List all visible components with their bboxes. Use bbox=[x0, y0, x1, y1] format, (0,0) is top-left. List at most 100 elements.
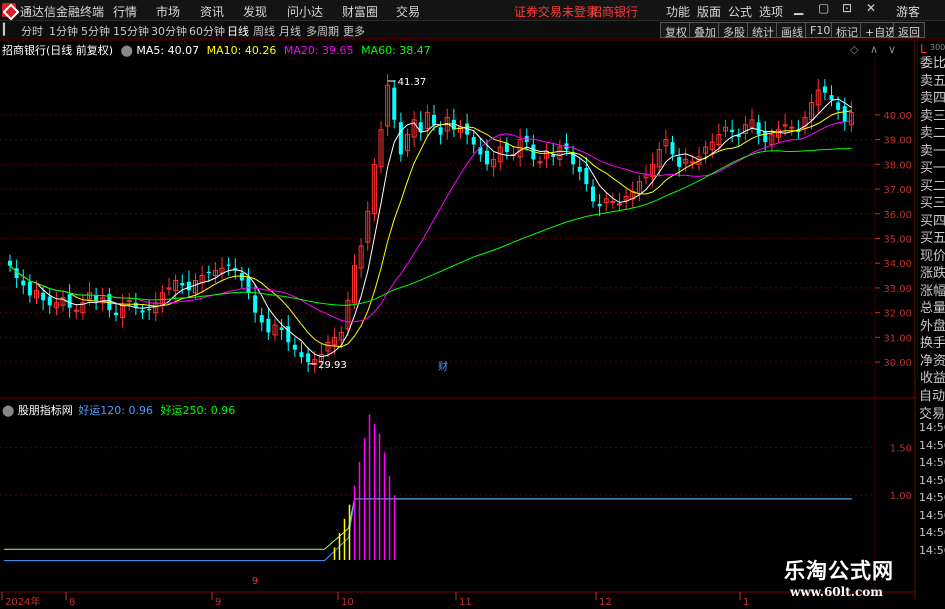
settings-icon[interactable]: ⬤ bbox=[121, 44, 133, 57]
quote-item[interactable]: 买五 bbox=[920, 227, 945, 246]
candle-body bbox=[67, 294, 72, 308]
candle-body bbox=[763, 130, 768, 143]
low-label: 29.93 bbox=[318, 360, 347, 371]
sub-panel-item: 14:56 bbox=[919, 438, 945, 452]
candle-body bbox=[537, 161, 543, 164]
candle-body bbox=[789, 126, 795, 129]
finance-marker: 财 bbox=[438, 360, 448, 373]
quote-item[interactable]: 委比 bbox=[920, 52, 945, 71]
quote-item[interactable]: 卖五 bbox=[920, 70, 945, 89]
candle-body bbox=[114, 312, 118, 316]
quote-item[interactable]: 卖一 bbox=[920, 140, 945, 159]
candle-body bbox=[147, 308, 152, 311]
quote-item[interactable]: 买一 bbox=[920, 157, 945, 176]
y-tick-label: 35.00 bbox=[883, 234, 912, 245]
candle-body bbox=[471, 137, 476, 145]
quote-item[interactable]: 换手 bbox=[920, 332, 945, 351]
x-tick-label: 12 bbox=[599, 597, 612, 608]
kline-chart[interactable]: 30.00 31.00 32.00 33.00 34.00 35.00 36.00 37.00… bbox=[0, 0, 945, 609]
candle-body bbox=[94, 295, 99, 301]
y-tick-label: 39.00 bbox=[883, 136, 912, 147]
stock-title: 招商银行(日线 前复权) bbox=[2, 44, 114, 57]
x-tick-label: 2024年 bbox=[5, 595, 40, 608]
sub-panel-item: 14:56 bbox=[919, 456, 945, 469]
watermark: 乐淘公式网 www.60lt.com bbox=[784, 555, 894, 599]
quote-item[interactable]: 净资 bbox=[920, 350, 945, 369]
indicator-name: 股朋指标网 bbox=[17, 404, 73, 417]
candle-body bbox=[292, 344, 297, 350]
high-label: 41.37 bbox=[398, 77, 427, 88]
y-tick-label: 38.00 bbox=[883, 160, 912, 171]
candle-body bbox=[279, 327, 284, 330]
quote-item[interactable]: 外盘 bbox=[920, 315, 945, 334]
candle-body bbox=[392, 87, 397, 120]
chevron-down-icon[interactable]: ∨ bbox=[888, 43, 896, 56]
candle-body bbox=[47, 296, 52, 306]
sub-y-tick-label: 1.00 bbox=[890, 491, 912, 502]
indicator-settings-icon[interactable]: ⬤ bbox=[2, 404, 14, 417]
candle-body bbox=[836, 102, 841, 110]
candle-body bbox=[246, 276, 251, 293]
ma5-line bbox=[9, 98, 852, 358]
candle-body bbox=[584, 168, 589, 185]
candle-body bbox=[306, 353, 311, 363]
quote-item[interactable]: 总量 bbox=[920, 297, 945, 316]
sub-panel-item: 14:56 bbox=[919, 508, 945, 522]
quote-item[interactable]: 涨幅 bbox=[920, 280, 945, 299]
y-tick-label: 32.00 bbox=[883, 309, 912, 320]
indicator-line-120 bbox=[4, 498, 852, 562]
quote-item[interactable]: 卖三 bbox=[920, 105, 945, 124]
ma10-label: MA10: 40.26 bbox=[206, 44, 277, 57]
quote-item[interactable]: 涨跌 bbox=[920, 262, 945, 281]
y-tick-label: 37.00 bbox=[883, 185, 912, 196]
sub-panel-item: 自动 bbox=[919, 389, 945, 404]
candle-body bbox=[829, 95, 834, 101]
candle-body bbox=[180, 282, 185, 286]
candle-body bbox=[8, 260, 12, 266]
quote-item[interactable]: 卖四 bbox=[920, 87, 945, 106]
candle-body bbox=[822, 86, 827, 93]
quote-item[interactable]: 买三 bbox=[920, 192, 945, 211]
watermark-title: 乐淘公式网 bbox=[784, 558, 894, 583]
candle-body bbox=[597, 203, 602, 207]
quote-item[interactable]: 收益 bbox=[920, 367, 945, 386]
y-tick-label: 34.00 bbox=[883, 259, 912, 270]
candle-body bbox=[432, 114, 436, 125]
y-tick-label: 40.00 bbox=[883, 111, 912, 122]
sub-y-tick-label: 1.50 bbox=[890, 444, 912, 455]
watermark-url: www.60lt.com bbox=[790, 585, 883, 599]
x-tick-label: 9 bbox=[215, 597, 221, 608]
candle-body bbox=[842, 106, 847, 123]
candle-body bbox=[259, 315, 264, 323]
candle-body bbox=[21, 280, 26, 286]
candle-body bbox=[140, 310, 145, 313]
candle-body bbox=[299, 352, 304, 358]
y-tick-label: 31.00 bbox=[883, 333, 912, 344]
time-marker: 9 bbox=[252, 576, 258, 587]
candle-body bbox=[226, 264, 231, 266]
candle-body bbox=[577, 166, 582, 172]
panel-badge-sub: 300 bbox=[930, 43, 945, 52]
quote-item[interactable]: 买四 bbox=[920, 210, 945, 229]
sub-panel-item: 14:56 bbox=[919, 526, 945, 539]
ma20-label: MA20: 39.65 bbox=[283, 44, 354, 57]
quote-item[interactable]: 卖二 bbox=[920, 122, 945, 141]
x-tick-label: 11 bbox=[459, 597, 472, 608]
candle-body bbox=[670, 142, 675, 155]
quote-item[interactable]: 现价 bbox=[920, 245, 945, 264]
sub-panel-item: 交易 bbox=[919, 407, 945, 422]
indicator-label-1: 好运120: 0.96 bbox=[78, 404, 154, 417]
ma5-label: MA5: 40.07 bbox=[136, 44, 200, 57]
candle-body bbox=[677, 156, 682, 167]
quote-item[interactable]: 买二 bbox=[920, 175, 945, 194]
diamond-icon[interactable]: ◇ bbox=[850, 43, 858, 56]
sub-panel-item: 14:56 bbox=[919, 543, 945, 557]
quote-panel: L 300 委比 卖五 卖四 卖三 卖二 卖一 买一 买二 买三 买四 买五 现价 涨跌 涨幅 总量 外盘 换手… bbox=[917, 40, 945, 386]
ma60-line bbox=[9, 148, 852, 306]
candle-body bbox=[689, 161, 695, 164]
ma60-label: MA60: 38.47 bbox=[361, 44, 431, 57]
candle-body bbox=[73, 309, 79, 312]
candle-body bbox=[730, 129, 735, 133]
chevron-up-icon[interactable]: ∧ bbox=[870, 43, 878, 56]
candle-body bbox=[206, 271, 211, 274]
